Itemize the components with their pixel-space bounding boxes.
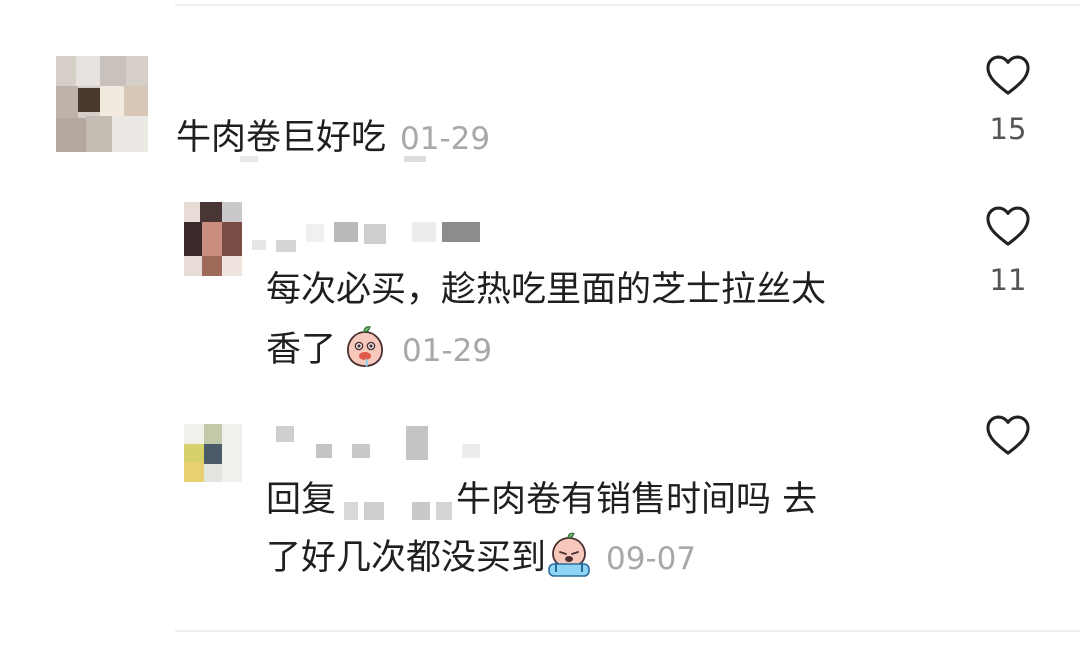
- like-count: 15: [989, 112, 1027, 146]
- heart-icon[interactable]: [985, 54, 1031, 96]
- reply-text-line2: 香了 01-29: [266, 320, 492, 381]
- reply-body: 每次必买，趁热吃里面的芝士拉丝太: [266, 270, 827, 310]
- username-blurred: [406, 426, 428, 460]
- username-blurred: [462, 444, 480, 458]
- peach-cry-emoji-icon: [548, 532, 590, 577]
- reply-date: 01-29: [402, 333, 493, 369]
- mention-blurred: [336, 490, 456, 520]
- top-divider: [175, 4, 1080, 6]
- username-blurred: [442, 222, 480, 242]
- reply-body: 牛肉卷有销售时间吗 去: [456, 480, 818, 520]
- blur-artifact: [240, 156, 258, 162]
- comment-text: 牛肉卷巨好吃 01-29: [176, 108, 490, 169]
- reply-body: 香了: [266, 330, 337, 370]
- reply-text-line2: 了好几次都没买到 09-07: [266, 528, 696, 589]
- username-blurred: [334, 222, 358, 242]
- heart-icon[interactable]: [985, 205, 1031, 247]
- comment-body: 牛肉卷巨好吃: [176, 118, 387, 158]
- blur-artifact: [404, 156, 426, 162]
- username-blurred: [352, 444, 370, 458]
- avatar[interactable]: [184, 424, 242, 482]
- like-count: 11: [989, 263, 1027, 297]
- heart-icon[interactable]: [985, 414, 1031, 456]
- username-blurred: [364, 224, 386, 244]
- username-blurred: [276, 426, 294, 442]
- reply-prefix: 回复: [266, 480, 337, 520]
- avatar[interactable]: [56, 56, 148, 152]
- reply-date: 09-07: [606, 541, 697, 577]
- comment-date: 01-29: [400, 121, 491, 157]
- username-blurred: [316, 444, 332, 458]
- bottom-divider: [175, 630, 1080, 632]
- peach-drool-emoji-icon: [347, 326, 383, 367]
- avatar[interactable]: [184, 202, 242, 276]
- username-blurred: [412, 222, 436, 242]
- reply-text-line1: 回复 牛肉卷有销售时间吗 去: [266, 470, 817, 530]
- reply-text-line1: 每次必买，趁热吃里面的芝士拉丝太: [266, 260, 826, 320]
- username-blurred: [252, 240, 266, 250]
- username-blurred: [306, 224, 324, 242]
- reply-body: 了好几次都没买到: [266, 538, 547, 578]
- username-blurred: [276, 240, 296, 252]
